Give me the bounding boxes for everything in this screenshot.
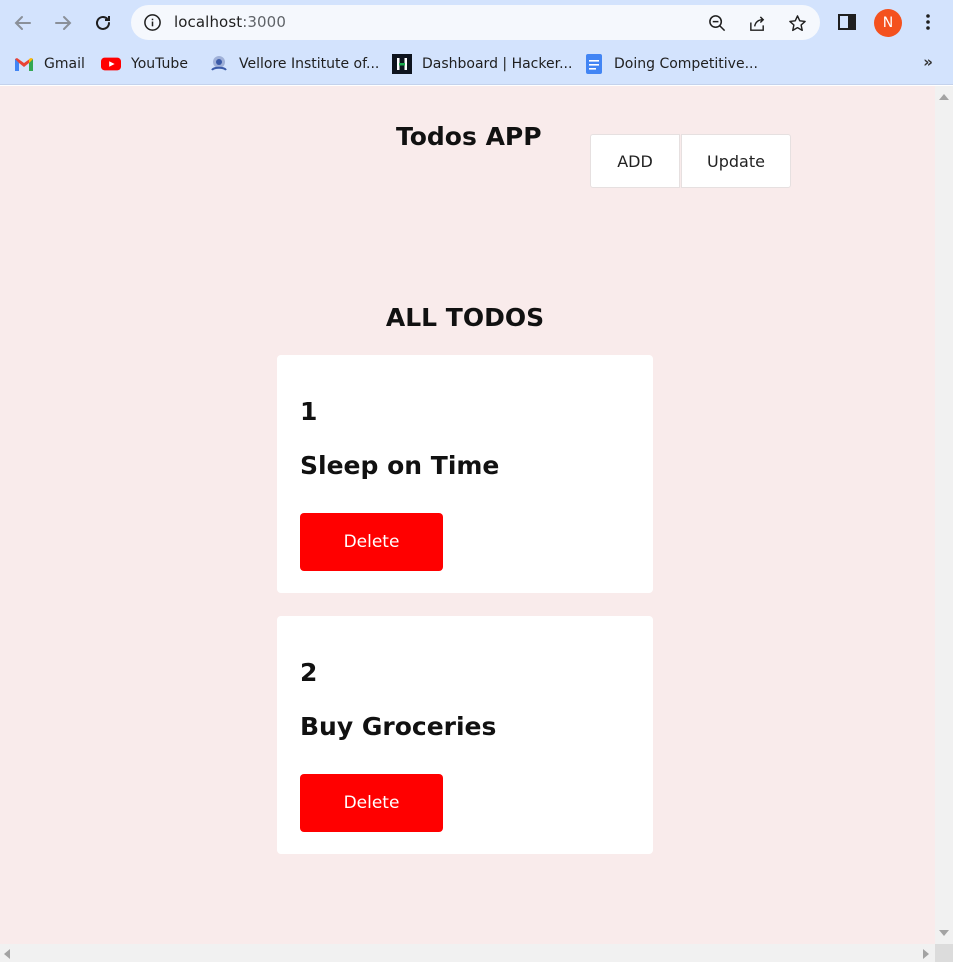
delete-button[interactable]: Delete <box>300 513 443 571</box>
kebab-menu-icon <box>926 14 930 30</box>
app-title: Todos APP <box>396 122 542 151</box>
url-host: localhost <box>174 13 243 31</box>
section-title-text: ALL TODOS <box>385 303 545 332</box>
todo-id: 1 <box>300 397 318 426</box>
scroll-up-arrow-icon[interactable] <box>939 94 949 100</box>
bookmark-label: Doing Competitive... <box>614 56 758 72</box>
docs-icon <box>584 54 604 74</box>
arrow-left-icon <box>14 16 31 30</box>
share-button[interactable] <box>746 12 768 34</box>
address-bar[interactable]: localhost:3000 <box>131 5 820 40</box>
todo-id: 2 <box>300 658 318 687</box>
side-panel-icon <box>838 14 856 30</box>
delete-button[interactable]: Delete <box>300 774 443 832</box>
gmail-icon <box>14 55 34 73</box>
add-button[interactable]: ADD <box>590 134 680 188</box>
bookmarks-bar: Gmail YouTube Vellore Institute of... Da… <box>0 45 953 85</box>
bookmark-label: Vellore Institute of... <box>239 56 380 72</box>
bookmark-youtube[interactable]: YouTube <box>101 53 188 75</box>
horizontal-scrollbar[interactable] <box>0 944 935 962</box>
bookmark-docs[interactable]: Doing Competitive... <box>584 53 758 75</box>
scroll-corner <box>935 944 953 962</box>
share-icon <box>749 15 764 31</box>
youtube-icon <box>101 55 121 73</box>
hackerrank-icon <box>392 54 412 74</box>
vertical-scrollbar[interactable] <box>935 86 953 944</box>
todo-card: 2 Buy Groceries Delete <box>277 616 653 854</box>
reload-button[interactable] <box>88 8 118 38</box>
menu-button[interactable] <box>915 9 941 35</box>
todo-title: Sleep on Time <box>300 451 500 480</box>
bookmark-hackerrank[interactable]: Dashboard | Hacker... <box>392 53 572 75</box>
browser-toolbar: localhost:3000 N <box>0 0 953 45</box>
todo-card: 1 Sleep on Time Delete <box>277 355 653 593</box>
bookmark-vit[interactable]: Vellore Institute of... <box>209 53 379 75</box>
bookmark-star-button[interactable] <box>786 12 808 34</box>
bookmark-label: YouTube <box>131 56 188 72</box>
bookmark-gmail[interactable]: Gmail <box>14 53 85 75</box>
arrow-right-icon <box>55 16 72 30</box>
forward-button[interactable] <box>48 8 78 38</box>
section-title: ALL TODOS <box>0 303 935 332</box>
more-bookmarks-button[interactable]: » <box>923 53 933 71</box>
todo-title: Buy Groceries <box>300 712 497 741</box>
url-text[interactable]: localhost:3000 <box>174 13 286 31</box>
scroll-left-arrow-icon[interactable] <box>4 949 10 959</box>
action-button-group: ADD Update <box>590 134 791 188</box>
scroll-right-arrow-icon[interactable] <box>923 949 929 959</box>
zoom-out-icon <box>708 14 725 31</box>
bookmark-label: Dashboard | Hacker... <box>422 56 573 72</box>
vit-icon <box>209 55 229 73</box>
info-icon[interactable] <box>143 13 162 32</box>
scroll-down-arrow-icon[interactable] <box>939 930 949 936</box>
side-panel-button[interactable] <box>834 9 860 35</box>
update-button[interactable]: Update <box>681 134 791 188</box>
star-icon <box>788 14 806 31</box>
back-button[interactable] <box>8 8 38 38</box>
profile-avatar[interactable]: N <box>874 9 902 37</box>
reload-icon <box>96 15 110 30</box>
zoom-button[interactable] <box>706 12 728 34</box>
page-viewport: Todos APP ADD Update ALL TODOS 1 Sleep o… <box>0 86 935 944</box>
bookmark-label: Gmail <box>44 56 85 72</box>
url-port: :3000 <box>242 13 286 31</box>
